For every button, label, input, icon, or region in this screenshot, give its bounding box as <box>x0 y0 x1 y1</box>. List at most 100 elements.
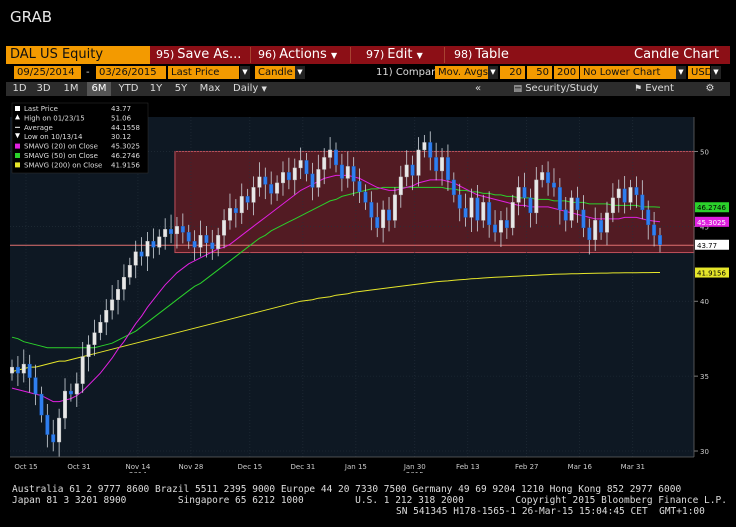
edit-menu[interactable]: 97) Edit ▼ <box>366 46 423 64</box>
candle-down <box>245 196 250 203</box>
ma1-field[interactable]: 20 <box>500 66 525 79</box>
y-tick-label: 40 <box>700 298 709 306</box>
candle-down <box>339 164 344 179</box>
ma2-field[interactable]: 50 <box>527 66 552 79</box>
candle-down <box>286 172 291 181</box>
footer-line-1: Australia 61 2 9777 8600 Brazil 5511 239… <box>12 484 682 495</box>
menu-divider <box>444 47 445 63</box>
candle-up <box>275 182 280 194</box>
chevron-down-icon[interactable]: ▼ <box>488 66 498 79</box>
candle-up <box>222 220 227 236</box>
candle-down <box>640 194 645 211</box>
frequency-select[interactable]: Daily ▼ <box>228 82 272 96</box>
range-max[interactable]: Max <box>196 82 224 96</box>
range-5y[interactable]: 5Y <box>170 82 192 96</box>
chevron-down-icon[interactable]: ▼ <box>295 66 305 79</box>
ticker-field[interactable]: DAL US Equity <box>6 46 150 64</box>
candle-down <box>33 377 38 395</box>
candle-down <box>151 241 156 248</box>
x-tick-label: Oct 31 <box>67 463 90 471</box>
lower-chart-select[interactable]: No Lower Chart <box>580 66 676 79</box>
legend-value: 44.1558 <box>111 124 140 132</box>
chevron-down-icon[interactable]: ▼ <box>240 66 250 79</box>
range-1y[interactable]: 1Y <box>146 82 166 96</box>
menu-label: Edit <box>387 47 413 62</box>
dropdown-arrow-icon: ▼ <box>330 51 338 60</box>
table-menu[interactable]: 98) Table <box>454 46 509 64</box>
candle-down <box>351 166 356 182</box>
candle-down <box>475 197 480 221</box>
flag-icon: ⚑ <box>634 84 643 94</box>
y-tick-label: 30 <box>700 448 709 456</box>
legend-label: SMAVG (20) on Close <box>24 143 98 151</box>
candle-down <box>169 229 174 235</box>
candle-up <box>381 209 386 229</box>
candle-up <box>257 176 262 188</box>
candle-up <box>392 194 397 221</box>
candle-down <box>575 197 580 211</box>
candle-down <box>410 164 415 176</box>
start-date-field[interactable]: 09/25/2014 <box>14 66 81 79</box>
legend-value: 46.2746 <box>111 152 140 160</box>
candle-down <box>68 390 73 395</box>
collapse-button[interactable]: « <box>470 82 486 96</box>
legend-value: 45.3025 <box>111 143 140 151</box>
candle-up <box>440 157 445 172</box>
candle-up <box>10 366 14 374</box>
candle-up <box>345 166 350 179</box>
candle-down <box>463 208 468 218</box>
candle-down <box>387 209 391 221</box>
event-label: Event <box>645 83 674 94</box>
gear-icon[interactable]: ⚙ <box>700 82 720 96</box>
candle-up <box>398 176 403 196</box>
candle-up <box>416 149 421 176</box>
price-tag-label: 46.2746 <box>697 204 726 212</box>
end-date-field[interactable]: 03/26/2015 <box>96 66 166 79</box>
range-ytd[interactable]: YTD <box>115 82 142 96</box>
candle-chart[interactable]: 3035404550Oct 15 Oct 31 Nov 14 Nov 28 Dec 15… <box>6 97 730 473</box>
candle-up <box>593 220 598 241</box>
candle-down <box>139 251 144 257</box>
compare-label: 11) Compare <box>376 66 441 79</box>
chevron-down-icon[interactable]: ▼ <box>676 66 686 79</box>
candle-down <box>269 184 274 194</box>
price-field-select[interactable]: Last Price <box>168 66 239 79</box>
y-tick-label: 35 <box>700 373 709 381</box>
window-title: GRAB <box>10 8 52 26</box>
chevron-down-icon[interactable]: ▼ <box>711 66 721 79</box>
candle-down <box>504 220 509 229</box>
currency-select[interactable]: USD <box>688 66 712 79</box>
actions-menu[interactable]: 96) Actions ▼ <box>258 46 337 64</box>
candle-down <box>587 227 592 241</box>
candle-up <box>322 157 327 170</box>
dropdown-arrow-icon: ▼ <box>416 51 423 60</box>
save-as-menu[interactable]: 95) Save As... <box>156 46 241 64</box>
candle-up <box>104 310 109 323</box>
x-tick-label: Dec 15 <box>238 463 263 471</box>
menu-number: 95) <box>156 48 175 61</box>
candle-up <box>86 344 91 357</box>
range-3d[interactable]: 3D <box>33 82 54 96</box>
price-tag-label: 41.9156 <box>697 270 726 278</box>
candle-down <box>375 217 380 229</box>
candle-down <box>233 208 238 214</box>
menu-number: 97) <box>366 48 385 61</box>
event-button[interactable]: ⚑ Event <box>622 82 686 96</box>
range-1d[interactable]: 1D <box>9 82 30 96</box>
chart-style-select[interactable]: Candle <box>255 66 295 79</box>
candle-up <box>540 172 545 181</box>
menu-number: 98) <box>454 48 473 61</box>
candle-up <box>316 169 321 188</box>
menu-label: Save As... <box>177 47 242 62</box>
range-6m[interactable]: 6M <box>87 82 111 96</box>
range-1m[interactable]: 1M <box>59 82 83 96</box>
candle-down <box>493 224 498 233</box>
candle-up <box>328 149 333 158</box>
ma3-field[interactable]: 200 <box>554 66 579 79</box>
candle-down <box>522 187 527 199</box>
candle-down <box>263 176 268 185</box>
security-study-button[interactable]: ▤ Security/Study <box>504 82 608 96</box>
candle-up <box>216 235 221 250</box>
candle-up <box>298 160 303 169</box>
legend-label: Low on 10/13/14 <box>24 133 83 141</box>
